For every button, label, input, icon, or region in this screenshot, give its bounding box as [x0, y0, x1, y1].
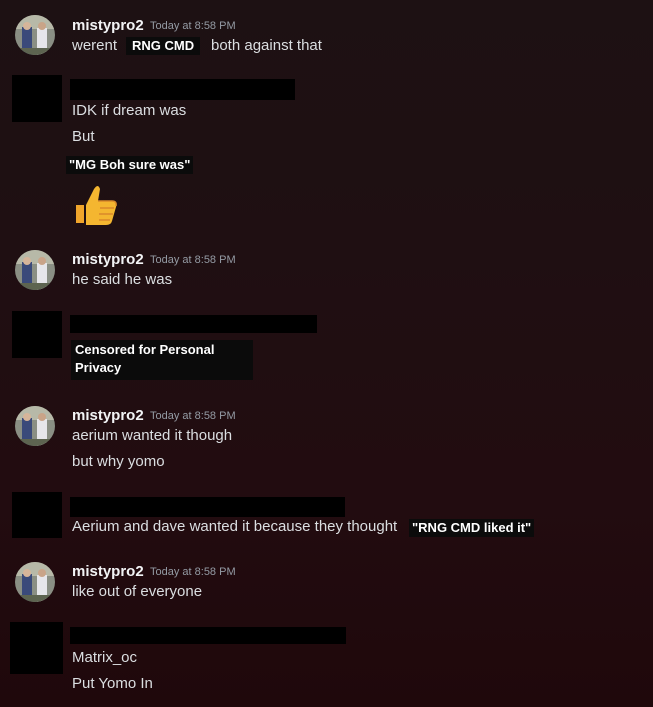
censored-avatar [10, 622, 63, 674]
censored-username [70, 315, 317, 333]
message-text: both against that [211, 37, 322, 54]
avatar[interactable] [15, 250, 55, 290]
censored-avatar [12, 311, 62, 358]
text-overlay: RNG CMD [126, 37, 201, 55]
censored-username [70, 497, 345, 517]
message-text: but why yomo [72, 453, 165, 470]
message-text: he said he was [72, 271, 173, 288]
timestamp: Today at 8:58 PM [150, 20, 236, 32]
timestamp: Today at 8:58 PM [150, 410, 236, 422]
message-text: Aerium and dave wanted it because they t… [72, 518, 398, 535]
avatar-photo-icon [15, 250, 55, 290]
message-text: But [72, 128, 95, 145]
censor-label: Censored for Personal [75, 342, 215, 357]
censored-avatar [12, 492, 62, 538]
censored-message: Censored for Personal Privacy [71, 340, 253, 380]
text-overlay: "RNG CMD liked it" [409, 519, 535, 537]
username[interactable]: mistypro2 [72, 563, 144, 580]
message-text: werent [72, 37, 118, 54]
avatar[interactable] [15, 406, 55, 446]
username[interactable]: mistypro2 [72, 251, 144, 268]
message-text: aerium wanted it though [72, 427, 233, 444]
avatar-photo-icon [15, 562, 55, 602]
message-text: like out of everyone [72, 583, 203, 600]
avatar-photo-icon [15, 406, 55, 446]
censored-username [70, 627, 346, 644]
censored-username [70, 79, 295, 100]
timestamp: Today at 8:58 PM [150, 566, 236, 578]
text-overlay: "MG Boh sure was" [66, 156, 194, 174]
timestamp: Today at 8:58 PM [150, 254, 236, 266]
username[interactable]: mistypro2 [72, 17, 144, 34]
username[interactable]: mistypro2 [72, 407, 144, 424]
thumbs-up-icon [72, 183, 120, 235]
censored-avatar [12, 75, 62, 122]
message-text: Put Yomo In [72, 675, 153, 692]
censor-label: Privacy [75, 360, 122, 375]
message-text: IDK if dream was [72, 102, 187, 119]
avatar[interactable] [15, 562, 55, 602]
avatar-photo-icon [15, 15, 55, 55]
message-text: Matrix_oc [72, 649, 138, 666]
avatar[interactable] [15, 15, 55, 55]
